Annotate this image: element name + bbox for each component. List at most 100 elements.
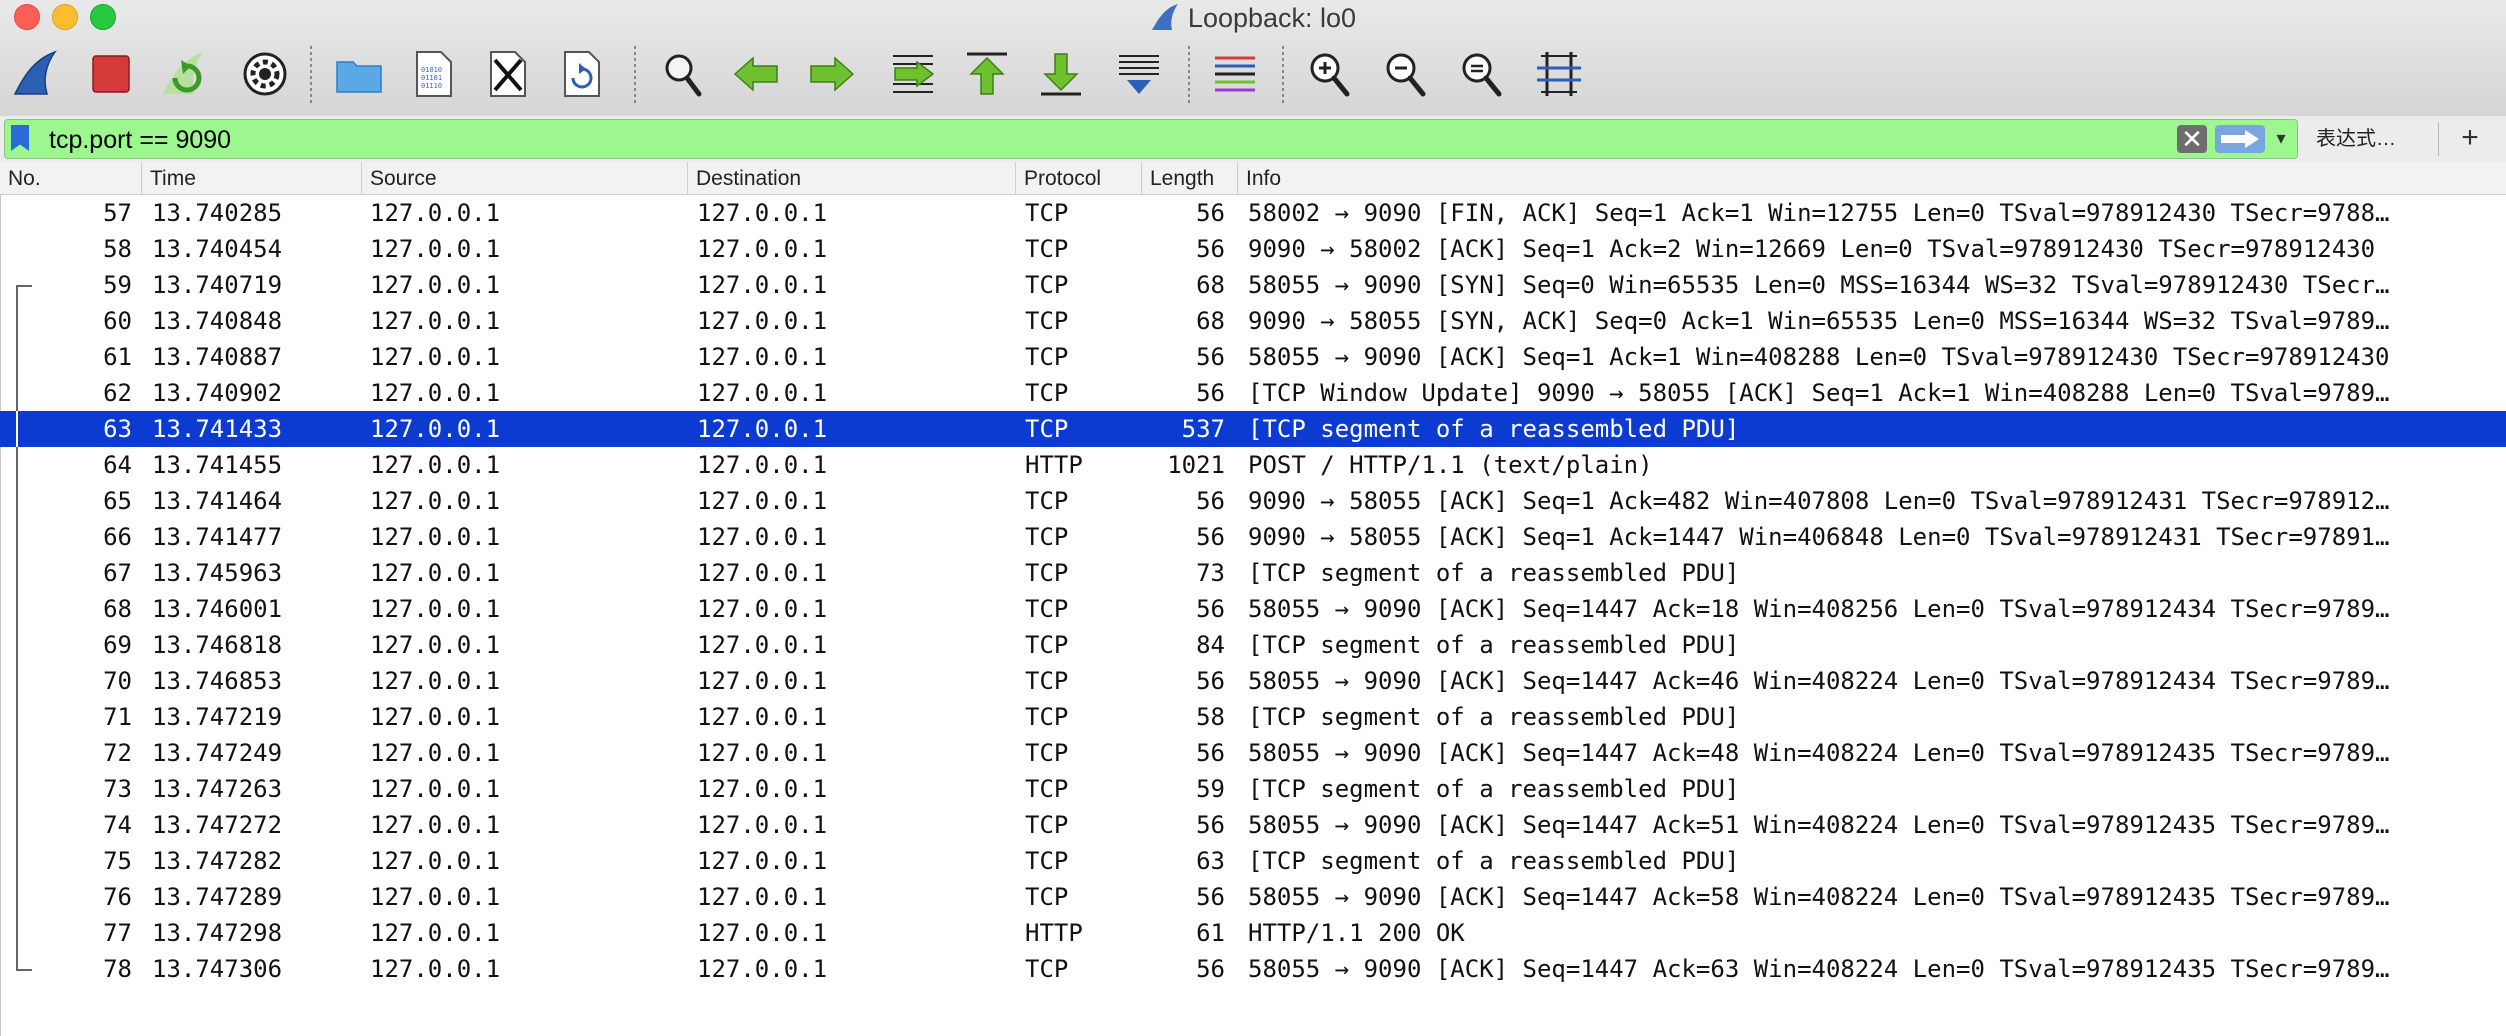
packet-protocol: TCP (1025, 883, 1069, 911)
packet-row[interactable]: 75 13.747282 127.0.0.1 127.0.0.1 TCP 63 … (0, 843, 2506, 879)
packet-time: 13.747249 (152, 739, 283, 767)
packet-destination: 127.0.0.1 (697, 451, 828, 479)
previous-packet-button[interactable] (728, 42, 786, 106)
file-icon: 01010 01101 01110 (416, 51, 452, 97)
packet-length: 1021 (1167, 451, 1225, 479)
packet-no: 77 (103, 919, 132, 947)
stop-capture-button[interactable] (82, 42, 140, 106)
packet-row[interactable]: 73 13.747263 127.0.0.1 127.0.0.1 TCP 59 … (0, 771, 2506, 807)
packet-length: 56 (1196, 595, 1225, 623)
first-packet-button[interactable] (958, 42, 1016, 106)
packet-length: 56 (1196, 487, 1225, 515)
packet-row[interactable]: 61 13.740887 127.0.0.1 127.0.0.1 TCP 56 … (0, 339, 2506, 375)
packet-row[interactable]: 70 13.746853 127.0.0.1 127.0.0.1 TCP 56 … (0, 663, 2506, 699)
find-packet-button[interactable] (654, 42, 712, 106)
packet-source: 127.0.0.1 (370, 487, 501, 515)
start-capture-button[interactable] (8, 42, 66, 106)
save-file-button[interactable]: 01010 01101 01110 (404, 42, 462, 106)
open-file-button[interactable] (330, 42, 388, 106)
packet-row[interactable]: 64 13.741455 127.0.0.1 127.0.0.1 HTTP 10… (0, 447, 2506, 483)
packet-row[interactable]: 68 13.746001 127.0.0.1 127.0.0.1 TCP 56 … (0, 591, 2506, 627)
packet-no: 73 (103, 775, 132, 803)
packet-row[interactable]: 77 13.747298 127.0.0.1 127.0.0.1 HTTP 61… (0, 915, 2506, 951)
reload-file-button[interactable] (552, 42, 610, 106)
display-filter-input[interactable] (47, 123, 2151, 157)
packet-row[interactable]: 74 13.747272 127.0.0.1 127.0.0.1 TCP 56 … (0, 807, 2506, 843)
packet-row[interactable]: 58 13.740454 127.0.0.1 127.0.0.1 TCP 56 … (0, 231, 2506, 267)
arrow-right-icon (810, 56, 855, 92)
packet-protocol: TCP (1025, 487, 1069, 515)
column-header-info[interactable]: Info (1238, 162, 2506, 194)
packet-row[interactable]: 66 13.741477 127.0.0.1 127.0.0.1 TCP 56 … (0, 519, 2506, 555)
packet-row[interactable]: 57 13.740285 127.0.0.1 127.0.0.1 TCP 56 … (0, 195, 2506, 231)
window-title-container: Loopback: lo0 (0, 2, 2506, 34)
go-to-packet-button[interactable] (884, 42, 942, 106)
filter-history-dropdown[interactable]: ▾ (2271, 128, 2291, 150)
colorize-button[interactable] (1206, 42, 1264, 106)
restart-icon (163, 52, 203, 94)
capture-options-button[interactable] (236, 42, 294, 106)
packet-length: 73 (1196, 559, 1225, 587)
packet-no: 70 (103, 667, 132, 695)
packet-source: 127.0.0.1 (370, 919, 501, 947)
normal-size-button[interactable] (1452, 42, 1510, 106)
packet-row[interactable]: 62 13.740902 127.0.0.1 127.0.0.1 TCP 56 … (0, 375, 2506, 411)
packet-no: 68 (103, 595, 132, 623)
packet-row[interactable]: 65 13.741464 127.0.0.1 127.0.0.1 TCP 56 … (0, 483, 2506, 519)
packet-length: 56 (1196, 199, 1225, 227)
restart-capture-button[interactable] (156, 42, 214, 106)
packet-source: 127.0.0.1 (370, 415, 501, 443)
packet-info: 58055 → 9090 [ACK] Seq=1447 Ack=63 Win=4… (1248, 955, 2390, 983)
packet-no: 64 (103, 451, 132, 479)
filter-expression-button[interactable]: 表达式… (2306, 124, 2406, 154)
resize-columns-button[interactable] (1530, 42, 1588, 106)
search-icon (665, 54, 702, 97)
column-header-time[interactable]: Time (142, 162, 362, 194)
packet-protocol: TCP (1025, 559, 1069, 587)
zoom-out-icon (1386, 53, 1426, 97)
zoom-out-button[interactable] (1376, 42, 1434, 106)
packet-info: 9090 → 58055 [SYN, ACK] Seq=0 Ack=1 Win=… (1248, 307, 2390, 335)
column-header-no[interactable]: No. (0, 162, 142, 194)
packet-destination: 127.0.0.1 (697, 775, 828, 803)
packet-row[interactable]: 60 13.740848 127.0.0.1 127.0.0.1 TCP 68 … (0, 303, 2506, 339)
column-header-length[interactable]: Length (1142, 162, 1238, 194)
auto-scroll-button[interactable] (1110, 42, 1168, 106)
column-header-protocol[interactable]: Protocol (1016, 162, 1142, 194)
clear-filter-button[interactable]: ✕ (2177, 125, 2207, 153)
column-header-destination[interactable]: Destination (688, 162, 1016, 194)
packet-row-selected[interactable]: 63 13.741433 127.0.0.1 127.0.0.1 TCP 537… (0, 411, 2506, 447)
close-icon: ✕ (2181, 124, 2203, 154)
packet-row[interactable]: 59 13.740719 127.0.0.1 127.0.0.1 TCP 68 … (0, 267, 2506, 305)
close-file-button[interactable] (478, 42, 536, 106)
add-filter-button[interactable]: + (2450, 120, 2490, 156)
packet-row[interactable]: 67 13.745963 127.0.0.1 127.0.0.1 TCP 73 … (0, 555, 2506, 591)
packet-destination: 127.0.0.1 (697, 595, 828, 623)
column-header-source[interactable]: Source (362, 162, 688, 194)
packet-info: 58055 → 9090 [ACK] Seq=1447 Ack=48 Win=4… (1248, 739, 2390, 767)
packet-source: 127.0.0.1 (370, 199, 501, 227)
packet-time: 13.746853 (152, 667, 283, 695)
first-packet-icon (967, 52, 1007, 95)
packet-length: 56 (1196, 739, 1225, 767)
packet-row[interactable]: 71 13.747219 127.0.0.1 127.0.0.1 TCP 58 … (0, 699, 2506, 735)
packet-row[interactable]: 69 13.746818 127.0.0.1 127.0.0.1 TCP 84 … (0, 627, 2506, 663)
next-packet-button[interactable] (802, 42, 860, 106)
packet-row[interactable]: 72 13.747249 127.0.0.1 127.0.0.1 TCP 56 … (0, 735, 2506, 771)
packet-no: 57 (103, 199, 132, 227)
packet-info: 9090 → 58055 [ACK] Seq=1 Ack=482 Win=407… (1248, 487, 2390, 515)
packet-protocol: TCP (1025, 811, 1069, 839)
packet-no: 75 (103, 847, 132, 875)
apply-filter-button[interactable] (2215, 125, 2265, 153)
packet-row[interactable]: 76 13.747289 127.0.0.1 127.0.0.1 TCP 56 … (0, 879, 2506, 915)
last-packet-button[interactable] (1032, 42, 1090, 106)
filter-bookmark-icon[interactable] (11, 125, 29, 151)
packet-time: 13.741433 (152, 415, 283, 443)
packet-row[interactable]: 78 13.747306 127.0.0.1 127.0.0.1 TCP 56 … (0, 951, 2506, 987)
zoom-in-button[interactable] (1300, 42, 1358, 106)
packet-protocol: TCP (1025, 739, 1069, 767)
packet-info: [TCP segment of a reassembled PDU] (1248, 559, 1740, 587)
packet-no: 74 (103, 811, 132, 839)
packet-destination: 127.0.0.1 (697, 523, 828, 551)
packet-protocol: TCP (1025, 631, 1069, 659)
